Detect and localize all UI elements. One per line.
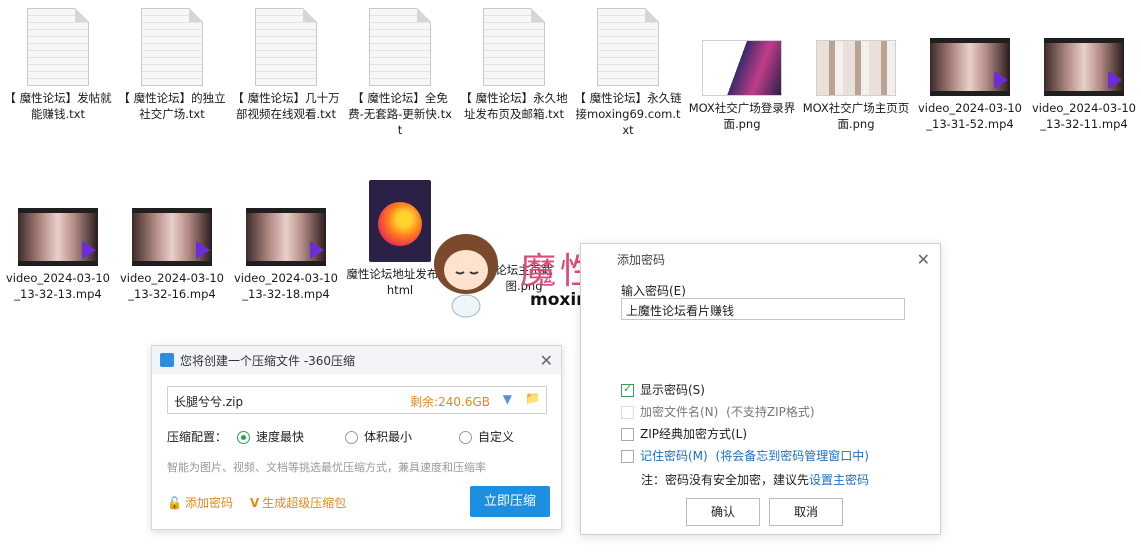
file-name: 【 魔性论坛】几十万部视频在线观看.txt [232,91,340,121]
zip-classic-checkbox[interactable]: ZIP经典加密方式(L) [621,425,747,442]
ok-button[interactable]: 确认 [686,498,760,526]
play-icon [310,241,324,259]
config-label: 压缩配置： [167,430,228,444]
file-name: video_2024-03-10_13-32-11.mp4 [1032,101,1136,131]
text-file-icon [597,8,659,86]
dialog-titlebar: 添加密码 ✕ [581,244,940,274]
text-file-icon [27,8,89,86]
folder-icon[interactable]: 📁 [525,391,540,405]
text-file-icon [483,8,545,86]
firefox-html-icon [369,180,431,262]
super-zip-link[interactable]: V 生成超级压缩包 [250,494,346,511]
security-note: 注：密码没有安全加密，建议先设置主密码 [641,473,870,487]
option-smallest[interactable]: 体积最小 [345,428,412,445]
password-input-label: 输入密码(E) [621,284,686,298]
file-item[interactable]: MOX社交广场登录界面.png [688,30,796,132]
play-icon [1108,71,1122,89]
file-name: video_2024-03-10_13-31-52.mp4 [918,101,1022,131]
video-thumbnail [18,208,98,266]
file-name: MOX社交广场登录界面.png [688,101,796,131]
video-thumbnail [132,208,212,266]
file-item[interactable]: video_2024-03-10_13-31-52.mp4 [916,38,1024,132]
text-file-icon [141,8,203,86]
file-item[interactable]: video_2024-03-10_13-32-18.mp4 [232,208,340,302]
radio-icon [345,431,358,444]
password-input[interactable]: 上魔性论坛看片赚钱 [621,298,905,320]
file-name: 【 魔性论坛】全免费-无套路-更新快.txt [348,91,452,137]
option-fastest[interactable]: 速度最快 [237,428,304,445]
file-name: 【 魔性论坛】的独立社交广场.txt [118,91,226,121]
play-icon [994,71,1008,89]
show-password-checkbox[interactable]: 显示密码(S) [621,381,705,398]
remember-password-checkbox[interactable]: 记住密码(M) (将会备忘到密码管理窗口中) [621,447,869,464]
file-name: video_2024-03-10_13-32-16.mp4 [120,271,224,301]
file-item[interactable]: 【 魔性论坛】发帖就能赚钱.txt [4,8,112,122]
checkbox-icon [621,428,634,441]
compress-now-button[interactable]: 立即压缩 [470,486,550,517]
play-icon [82,241,96,259]
file-name: 【 魔性论坛】永久链接moxing69.com.txt [574,91,682,137]
zip-filename-field[interactable]: 长腿兮兮.zip 剩余:240.6GB ▼ 📁 [167,386,547,414]
set-master-password-link[interactable]: 设置主密码 [809,473,869,487]
cancel-button[interactable]: 取消 [769,498,843,526]
v-icon: V [250,496,260,510]
zip-filename: 长腿兮兮.zip [174,395,244,409]
file-item[interactable]: 【 魔性论坛】永久链接moxing69.com.txt [574,8,682,138]
radio-icon [459,431,472,444]
encrypt-names-checkbox[interactable]: 加密文件名(N) (不支持ZIP格式) [621,403,815,420]
checkbox-checked-icon [621,382,634,397]
file-name: 【 魔性论坛】发帖就能赚钱.txt [4,91,112,121]
zip-app-icon [160,353,174,367]
file-item[interactable]: MOX社交广场主页页面.png [802,30,910,132]
file-item[interactable]: 【 魔性论坛】的独立社交广场.txt [118,8,226,122]
zip-dialog: 您将创建一个压缩文件 -360压缩 ✕ 长腿兮兮.zip 剩余:240.6GB … [151,345,562,530]
dialog-titlebar: 您将创建一个压缩文件 -360压缩 ✕ [152,346,561,374]
file-item[interactable]: video_2024-03-10_13-32-11.mp4 [1030,38,1138,132]
file-name: 【 魔性论坛】永久地址发布页及邮箱.txt [460,91,568,121]
file-name: video_2024-03-10_13-32-13.mp4 [6,271,110,301]
password-dialog: 添加密码 ✕ 输入密码(E) 上魔性论坛看片赚钱 显示密码(S) 加密文件名(N… [580,243,941,535]
file-item[interactable]: video_2024-03-10_13-32-13.mp4 [4,208,112,302]
free-space: 剩余:240.6GB [410,395,490,409]
play-icon [196,241,210,259]
file-name: video_2024-03-10_13-32-18.mp4 [234,271,338,301]
option-custom[interactable]: 自定义 [459,428,514,445]
close-icon[interactable]: ✕ [540,351,553,370]
text-file-icon [369,8,431,86]
radio-selected-icon [237,431,250,444]
image-thumbnail [702,40,782,96]
file-item[interactable]: 【 魔性论坛】永久地址发布页及邮箱.txt [460,8,568,122]
file-name: MOX社交广场主页页面.png [802,101,910,131]
dialog-title: 您将创建一个压缩文件 -360压缩 [180,353,356,368]
watermark-mascot [426,228,506,318]
video-thumbnail [1044,38,1124,96]
file-item[interactable]: 【 魔性论坛】几十万部视频在线观看.txt [232,8,340,122]
image-thumbnail [816,40,896,96]
video-thumbnail [930,38,1010,96]
file-item[interactable]: 【 魔性论坛】全免费-无套路-更新快.txt [346,8,454,138]
compress-hint: 智能为图片、视频、文档等挑选最优压缩方式，兼具速度和压缩率 [167,461,486,474]
file-item[interactable]: video_2024-03-10_13-32-16.mp4 [118,208,226,302]
dialog-title: 添加密码 [617,252,666,267]
video-thumbnail [246,208,326,266]
chevron-down-icon[interactable]: ▼ [503,392,512,406]
checkbox-icon [621,450,634,463]
text-file-icon [255,8,317,86]
lock-icon: 🔓 [167,496,182,510]
close-icon[interactable]: ✕ [917,250,930,269]
add-password-link[interactable]: 🔓 添加密码 [167,494,233,511]
checkbox-icon [621,406,634,419]
